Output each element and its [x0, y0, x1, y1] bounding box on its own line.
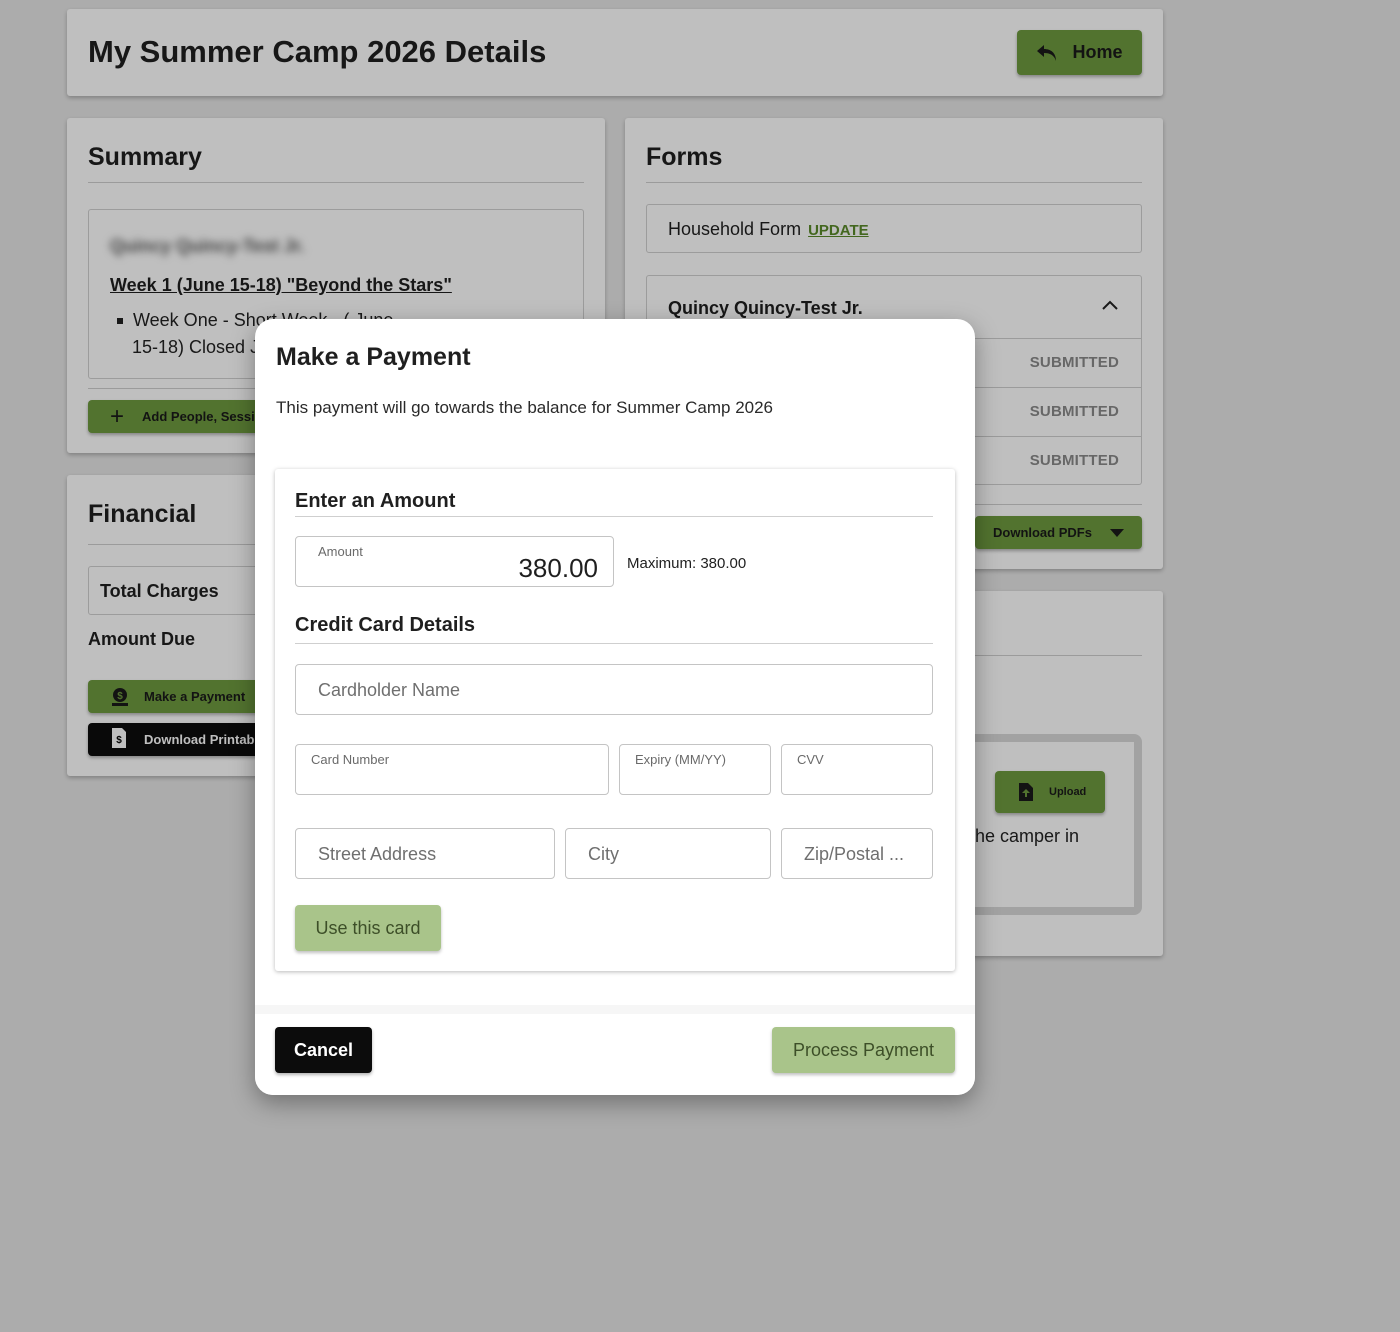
amount-field[interactable]: Amount 380.00 — [295, 536, 614, 587]
use-card-button[interactable]: Use this card — [295, 905, 441, 951]
cvv-label: CVV — [797, 752, 824, 767]
zip-placeholder: Zip/Postal ... — [804, 844, 905, 864]
amount-label: Amount — [318, 544, 363, 559]
modal-title: Make a Payment — [276, 343, 471, 371]
expiry-label: Expiry (MM/YY) — [635, 752, 726, 767]
card-number-field[interactable]: Card Number — [295, 744, 609, 795]
divider — [295, 643, 933, 644]
footer-divider — [255, 1005, 975, 1014]
cvv-field[interactable]: CVV — [781, 744, 933, 795]
maximum-text: Maximum: 380.00 — [627, 555, 747, 572]
payment-modal: Make a Payment This payment will go towa… — [255, 319, 975, 1095]
payment-form-panel: Enter an Amount Amount 380.00 Maximum: 3… — [275, 469, 955, 971]
card-section-title: Credit Card Details — [295, 614, 476, 636]
modal-description: This payment will go towards the balance… — [276, 398, 774, 417]
process-payment-button[interactable]: Process Payment — [772, 1027, 955, 1073]
city-placeholder: City — [588, 844, 619, 864]
zip-field[interactable]: Zip/Postal ... — [781, 828, 933, 879]
cardholder-name-placeholder: Cardholder Name — [318, 680, 461, 700]
divider — [295, 516, 933, 517]
amount-section-title: Enter an Amount — [295, 490, 456, 512]
cancel-button[interactable]: Cancel — [275, 1027, 372, 1073]
street-address-placeholder: Street Address — [318, 844, 437, 864]
cardholder-name-field[interactable]: Cardholder Name — [295, 664, 933, 715]
expiry-field[interactable]: Expiry (MM/YY) — [619, 744, 771, 795]
card-number-label: Card Number — [311, 752, 390, 767]
street-address-field[interactable]: Street Address — [295, 828, 555, 879]
city-field[interactable]: City — [565, 828, 771, 879]
amount-value: 380.00 — [518, 553, 598, 583]
